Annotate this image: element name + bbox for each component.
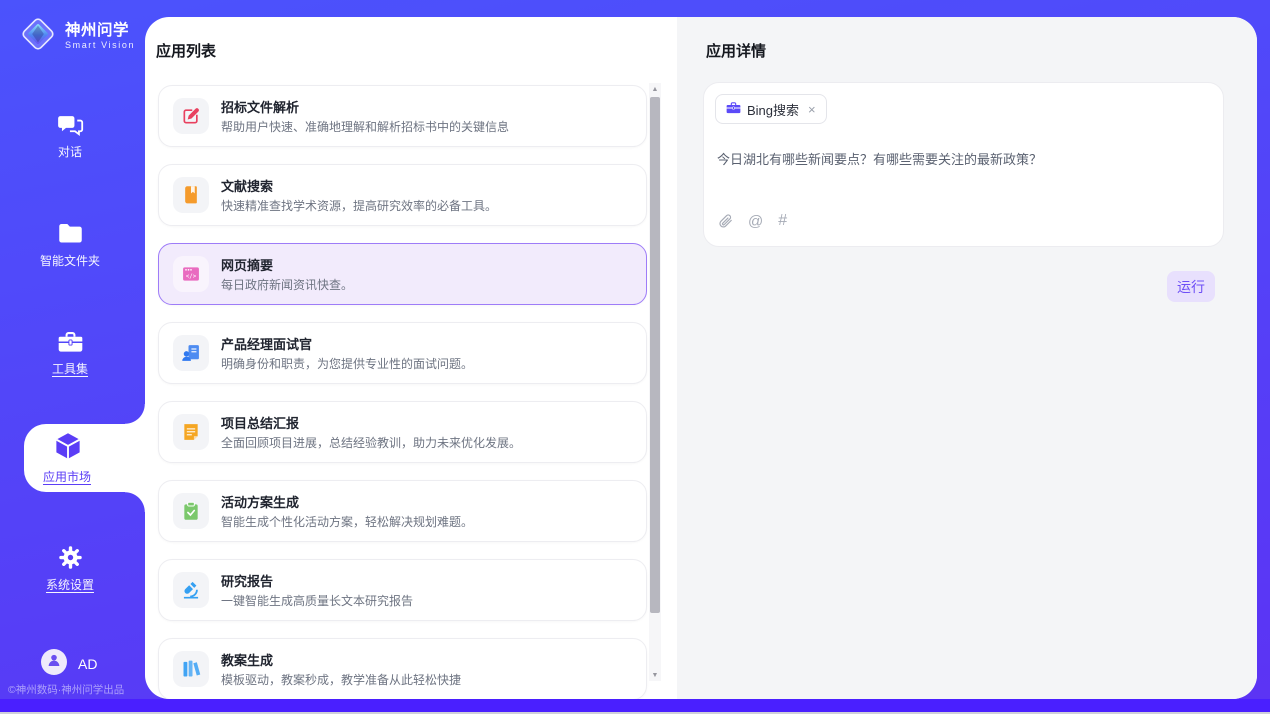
sidebar-item-settings[interactable]: 系统设置 — [0, 543, 140, 593]
svg-text:</>: </> — [186, 274, 197, 280]
sidebar-item-smart-folder[interactable]: 智能文件夹 — [0, 219, 140, 269]
app-list-title: 应用列表 — [156, 40, 216, 61]
app-card-desc: 快速精准查找学术资源，提高研究效率的必备工具。 — [221, 197, 497, 214]
user-label: AD — [78, 656, 97, 672]
app-card-title: 网页摘要 — [221, 255, 273, 274]
app-card-desc: 每日政府新闻资讯快查。 — [221, 276, 353, 293]
app-card-title: 项目总结汇报 — [221, 413, 299, 432]
diamond-icon — [18, 14, 58, 59]
sidebar-item-toolset[interactable]: 工具集 — [0, 327, 140, 377]
bottom-bar — [0, 699, 1270, 712]
app-logo: 神州问学 Smart Vision — [18, 14, 135, 59]
prompt-toolbar: @ # — [717, 212, 787, 230]
app-detail-panel: 应用详情 Bing搜索 × 今日湖北有哪些新闻要点？有哪些需要关注的最新政策？ — [677, 17, 1257, 699]
edit-icon — [181, 106, 201, 126]
interviewer-icon — [181, 343, 201, 363]
sidebar-item-label: 智能文件夹 — [40, 252, 100, 269]
scrollbar-thumb[interactable] — [650, 97, 660, 613]
briefcase-icon — [726, 100, 741, 118]
app-card[interactable]: 活动方案生成 智能生成个性化活动方案，轻松解决规划难题。 — [158, 480, 647, 542]
app-card-desc: 帮助用户快速、准确地理解和解析招标书中的关键信息 — [221, 118, 509, 135]
paperclip-icon[interactable] — [717, 213, 733, 229]
app-card-title: 教案生成 — [221, 650, 273, 669]
sidebar-item-label: 应用市场 — [24, 468, 110, 485]
book-icon — [181, 185, 201, 205]
memo-icon — [181, 422, 201, 442]
main-content: 应用列表 招标文件解析 帮助用户快速、准确地理解和解析招标书中的关键信息 文献搜… — [145, 17, 1257, 699]
app-card[interactable]: 教案生成 模板驱动，教案秒成，教学准备从此轻松快捷 — [158, 638, 647, 699]
hash-icon[interactable]: # — [778, 212, 787, 230]
prompt-card[interactable]: Bing搜索 × 今日湖北有哪些新闻要点？有哪些需要关注的最新政策？ @ # — [703, 82, 1224, 247]
at-icon[interactable]: @ — [748, 213, 763, 230]
sidebar-item-label: 工具集 — [52, 360, 88, 377]
clipboard-icon — [181, 501, 201, 521]
brand-name: 神州问学 — [65, 22, 135, 39]
chat-icon — [56, 110, 84, 138]
tool-tag-label: Bing搜索 — [747, 100, 799, 119]
tool-tag-bing-search[interactable]: Bing搜索 × — [715, 94, 827, 124]
sidebar-item-app-market[interactable]: 应用市场 — [24, 424, 145, 492]
sidebar-footer: ©神州数码·神州问学出品 — [8, 682, 148, 697]
sidebar-item-label: 系统设置 — [46, 576, 94, 593]
app-card-title: 活动方案生成 — [221, 492, 299, 511]
person-icon — [46, 652, 62, 673]
app-card-desc: 智能生成个性化活动方案，轻松解决规划难题。 — [221, 513, 473, 530]
app-card[interactable]: 招标文件解析 帮助用户快速、准确地理解和解析招标书中的关键信息 — [158, 85, 647, 147]
cube-icon — [53, 431, 83, 461]
folder-icon — [56, 219, 84, 247]
app-card-desc: 一键智能生成高质量长文本研究报告 — [221, 592, 413, 609]
run-button[interactable]: 运行 — [1167, 271, 1215, 302]
app-card[interactable]: 研究报告 一键智能生成高质量长文本研究报告 — [158, 559, 647, 621]
gear-icon — [56, 543, 84, 571]
app-card[interactable]: 文献搜索 快速精准查找学术资源，提高研究效率的必备工具。 — [158, 164, 647, 226]
close-icon[interactable]: × — [808, 102, 816, 117]
app-detail-title: 应用详情 — [706, 40, 766, 61]
scroll-down-icon[interactable]: ▼ — [649, 669, 661, 681]
books-icon — [181, 659, 201, 679]
sidebar-item-label: 对话 — [58, 143, 82, 160]
app-card-title: 招标文件解析 — [221, 97, 299, 116]
app-card-desc: 明确身份和职责，为您提供专业性的面试问题。 — [221, 355, 473, 372]
sidebar-item-chat[interactable]: 对话 — [0, 110, 140, 160]
app-card-title: 产品经理面试官 — [221, 334, 312, 353]
app-card-title: 文献搜索 — [221, 176, 273, 195]
avatar[interactable] — [41, 649, 67, 675]
app-card-desc: 全面回顾项目进展，总结经验教训，助力未来优化发展。 — [221, 434, 521, 451]
browser-code-icon: </> — [181, 264, 201, 284]
microscope-icon — [181, 580, 201, 600]
toolbox-icon — [56, 327, 84, 355]
app-card-desc: 模板驱动，教案秒成，教学准备从此轻松快捷 — [221, 671, 461, 688]
app-list-scrollbar[interactable]: ▲ ▼ — [649, 83, 661, 681]
scroll-up-icon[interactable]: ▲ — [649, 83, 661, 95]
app-card-title: 研究报告 — [221, 571, 273, 590]
app-card[interactable]: 产品经理面试官 明确身份和职责，为您提供专业性的面试问题。 — [158, 322, 647, 384]
app-card[interactable]: </> 网页摘要 每日政府新闻资讯快查。 — [158, 243, 647, 305]
brand-subtitle: Smart Vision — [65, 41, 135, 51]
app-card[interactable]: 项目总结汇报 全面回顾项目进展，总结经验教训，助力未来优化发展。 — [158, 401, 647, 463]
prompt-input[interactable]: 今日湖北有哪些新闻要点？有哪些需要关注的最新政策？ — [717, 149, 1203, 168]
